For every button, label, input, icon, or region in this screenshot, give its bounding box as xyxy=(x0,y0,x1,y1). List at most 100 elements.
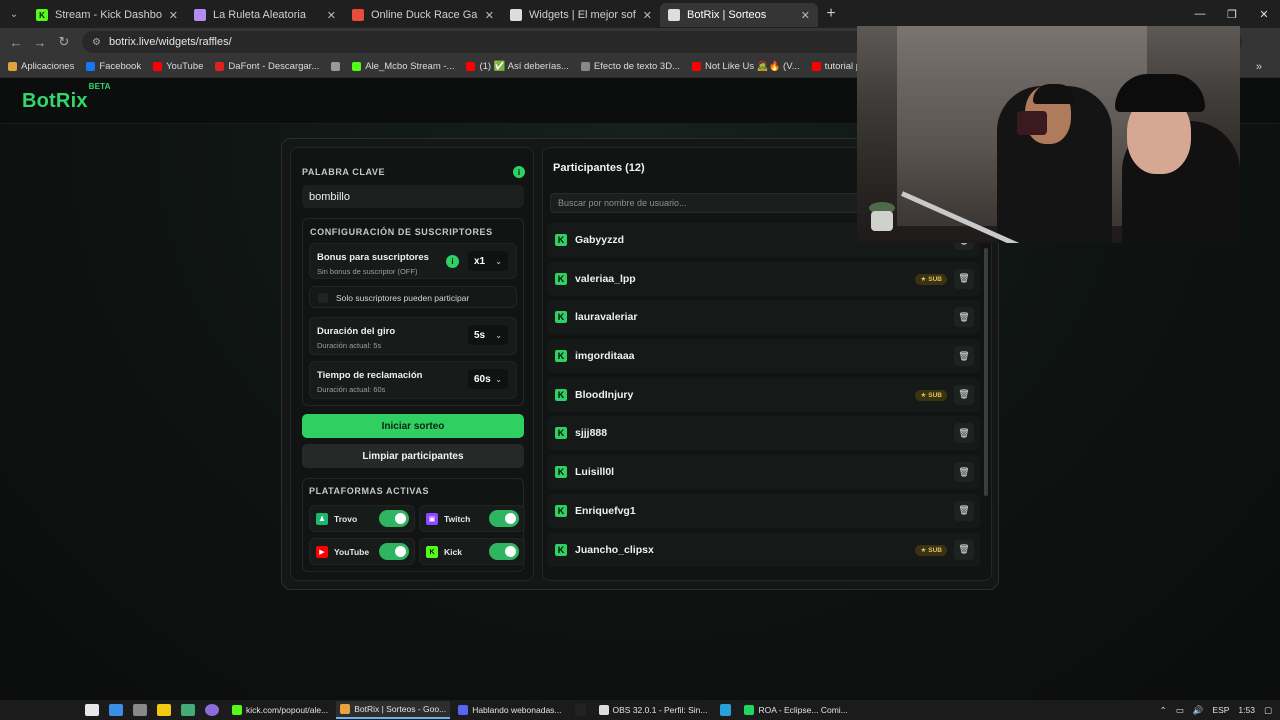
youtube-toggle[interactable] xyxy=(379,543,409,560)
bonus-select[interactable]: x1 ⌄ xyxy=(468,251,508,271)
clear-participants-button[interactable]: Limpiar participantes xyxy=(302,444,524,468)
bookmark-item[interactable]: Not Like Us 🧟🔥 (V... xyxy=(692,61,800,72)
system-tray: ⌃ ▭ 🔊 ESP 1:53 ▢ xyxy=(1160,700,1272,720)
app-icon[interactable] xyxy=(133,704,147,716)
clock[interactable]: 1:53 xyxy=(1238,705,1255,715)
close-icon[interactable]: ✕ xyxy=(1248,0,1280,28)
app-icon xyxy=(598,705,609,715)
app-icon[interactable] xyxy=(205,704,219,716)
tab-close-icon[interactable]: ✕ xyxy=(485,9,494,22)
taskbar-app[interactable]: kick.com/popout/ale... xyxy=(228,701,332,719)
webcam-overlay xyxy=(857,26,1240,243)
trash-icon[interactable]: 🗑 xyxy=(954,539,974,560)
tab-close-icon[interactable]: ✕ xyxy=(801,9,810,22)
bookmark-item[interactable]: Facebook xyxy=(86,61,141,72)
subs-only-checkbox[interactable] xyxy=(318,293,328,303)
language-indicator[interactable]: ESP xyxy=(1212,705,1229,715)
kick-toggle[interactable] xyxy=(489,543,519,560)
taskbar-app[interactable]: ROA - Eclipse... Comi... xyxy=(740,701,851,719)
trash-icon[interactable]: 🗑 xyxy=(954,500,974,521)
taskbar-app[interactable]: OBS 32.0.1 - Perfil: Sin... xyxy=(595,701,712,719)
claim-time-select[interactable]: 60s ⌄ xyxy=(468,369,508,389)
reload-icon[interactable]: ↻ xyxy=(52,34,76,50)
bookmark-item[interactable]: YouTube xyxy=(153,61,203,72)
app-icon[interactable] xyxy=(181,704,195,716)
calendar-icon[interactable] xyxy=(85,704,99,716)
cam-person-left-cap xyxy=(1033,84,1075,104)
trovo-toggle[interactable] xyxy=(379,510,409,527)
app-icon[interactable] xyxy=(720,704,732,716)
bonus-value: x1 xyxy=(474,255,486,267)
cam-cup xyxy=(1017,111,1047,135)
maximize-icon[interactable]: ❐ xyxy=(1216,0,1248,28)
tab-close-icon[interactable]: ✕ xyxy=(327,9,336,22)
browser-tab[interactable]: K Stream - Kick Dashboard ✕ xyxy=(28,3,186,27)
bookmark-item[interactable]: Efecto de texto 3D... xyxy=(580,61,680,72)
twitch-toggle[interactable] xyxy=(489,510,519,527)
spin-duration-select[interactable]: 5s ⌄ xyxy=(468,325,508,345)
youtube-icon: ▶ xyxy=(316,546,328,558)
kick-icon: K xyxy=(555,234,567,246)
trash-icon[interactable]: 🗑 xyxy=(954,423,974,444)
chevron-down-icon: ⌄ xyxy=(495,374,502,384)
volume-icon[interactable]: 🔊 xyxy=(1193,705,1204,716)
participant-list: KGabyyzzd🗑Kvaleriaa_lpp★SUB🗑Klauravaleri… xyxy=(547,223,983,571)
scrollbar[interactable] xyxy=(984,248,988,496)
keyword-label: PALABRA CLAVE xyxy=(302,167,386,177)
tab-close-icon[interactable]: ✕ xyxy=(643,9,652,22)
bookmark-item[interactable]: Aplicaciones xyxy=(8,61,74,72)
bookmark-item[interactable]: DaFont - Descargar... xyxy=(215,61,319,72)
trash-icon[interactable]: 🗑 xyxy=(954,462,974,483)
more-bookmarks-icon[interactable]: » xyxy=(1256,61,1262,73)
platform-youtube: ▶ YouTube xyxy=(309,538,415,565)
bookmark-icon xyxy=(466,62,476,71)
trash-icon[interactable]: 🗑 xyxy=(954,384,974,405)
participant-name: sjjj888 xyxy=(575,427,608,440)
chevron-up-icon[interactable]: ⌃ xyxy=(1160,705,1167,716)
tab-search-icon[interactable]: ⌄ xyxy=(0,0,28,28)
forward-icon[interactable]: → xyxy=(28,35,52,50)
taskbar-app-label: Hablando webonadas... xyxy=(472,705,562,715)
info-icon[interactable]: i xyxy=(513,166,525,178)
network-icon[interactable]: ▭ xyxy=(1176,705,1184,716)
trash-icon[interactable]: 🗑 xyxy=(954,346,974,367)
trash-icon[interactable]: 🗑 xyxy=(954,307,974,328)
botrix-logo[interactable]: BotRixBETA xyxy=(22,82,110,113)
browser-tab[interactable]: Online Duck Race Game ✕ xyxy=(344,3,502,27)
taskbar-app[interactable]: BotRix | Sorteos - Goo... xyxy=(336,701,451,719)
participant-row: K BloodInjury ★ SUB 🗑 xyxy=(547,377,980,412)
bookmark-label: (1) ✅ Así deberías... xyxy=(479,61,569,72)
trovo-icon: ♟ xyxy=(316,513,328,525)
tab-favicon-icon xyxy=(668,9,680,21)
kick-icon: K xyxy=(555,311,567,324)
bookmark-item[interactable]: (1) ✅ Así deberías... xyxy=(466,61,569,72)
bookmark-item[interactable]: Ale_Mcbo Stream -... xyxy=(352,61,454,72)
browser-tab[interactable]: La Ruleta Aleatoria ✕ xyxy=(186,3,344,27)
bookmark-icon xyxy=(580,62,590,71)
mail-icon[interactable] xyxy=(109,704,123,716)
kick-icon: K xyxy=(555,427,567,440)
star-icon: ★ xyxy=(920,547,927,554)
tab-title: BotRix | Sorteos xyxy=(687,9,767,21)
tab-close-icon[interactable]: ✕ xyxy=(169,9,178,22)
browser-tab[interactable]: BotRix | Sorteos ✕ xyxy=(660,3,818,27)
start-raffle-button[interactable]: Iniciar sorteo xyxy=(302,414,524,438)
notes-icon[interactable] xyxy=(157,704,171,716)
bonus-info-icon[interactable]: i xyxy=(446,255,459,268)
site-settings-icon[interactable]: ⚙ xyxy=(92,37,101,48)
subs-only-row[interactable]: Solo suscriptores pueden participar xyxy=(309,286,517,308)
trash-icon[interactable]: 🗑 xyxy=(954,268,974,289)
participant-name: BloodInjury xyxy=(575,388,634,401)
app-icon[interactable] xyxy=(574,704,586,716)
platform-kick: K Kick xyxy=(419,538,525,565)
minimize-icon[interactable]: — xyxy=(1184,0,1216,28)
keyword-input[interactable]: bombillo xyxy=(302,185,524,208)
taskbar-app[interactable]: Hablando webonadas... xyxy=(454,701,565,719)
participant-name: imgorditaaa xyxy=(575,350,635,363)
new-tab-button[interactable]: + xyxy=(818,5,844,23)
spin-subtitle: Duración actual: 5s xyxy=(317,341,382,350)
back-icon[interactable]: ← xyxy=(4,35,28,50)
notification-icon[interactable]: ▢ xyxy=(1264,705,1272,716)
bookmark-item[interactable] xyxy=(331,62,341,71)
browser-tab[interactable]: Widgets | El mejor software pa ✕ xyxy=(502,3,660,27)
